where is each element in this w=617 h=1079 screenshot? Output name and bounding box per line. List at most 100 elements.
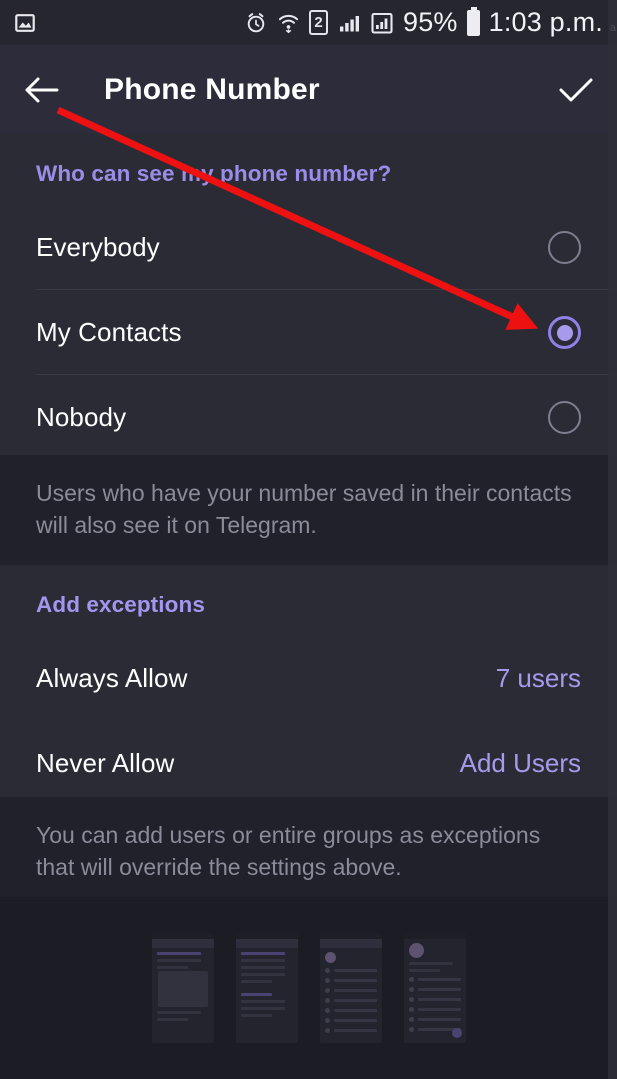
privacy-footnote: Users who have your number saved in thei…	[36, 480, 572, 538]
exception-row-never-allow[interactable]: Never Allow Add Users	[0, 721, 617, 806]
thumb-line	[156, 966, 188, 969]
battery-percent-label: 95%	[402, 7, 458, 37]
thumb-text	[333, 1009, 377, 1012]
thumb-list-item	[408, 997, 461, 1002]
phone-screen: 2 95% 1:03 p.m. Phone Number Who can see…	[0, 0, 617, 1079]
back-arrow-icon[interactable]	[22, 74, 62, 106]
thumb-appbar	[319, 939, 382, 948]
thumb-text	[417, 988, 461, 991]
battery-icon	[466, 6, 480, 36]
thumb-list-item	[324, 1018, 377, 1023]
thumb-line	[240, 1000, 286, 1003]
thumb-list-item	[324, 968, 377, 973]
privacy-section-header: Who can see my phone number?	[36, 161, 392, 186]
thumb-icon	[408, 1017, 414, 1022]
option-row-my-contacts[interactable]: My Contacts	[0, 290, 617, 375]
exception-value: 7 users	[495, 663, 581, 693]
exception-label: Always Allow	[36, 663, 188, 693]
privacy-section: Who can see my phone number? Everybody M…	[0, 134, 617, 460]
exceptions-footnote-section: You can add users or entire groups as ex…	[0, 797, 617, 897]
wifi-icon	[277, 11, 300, 34]
radio-everybody[interactable]	[548, 231, 581, 264]
thumb-statusbar	[403, 933, 466, 939]
thumb-line	[156, 952, 202, 955]
clock-label: 1:03 p.m.	[488, 7, 603, 37]
option-label: My Contacts	[36, 317, 182, 347]
thumb-line	[408, 962, 454, 965]
exceptions-section: Add exceptions Always Allow 7 users Neve…	[0, 565, 617, 806]
thumb-icon	[324, 998, 330, 1003]
thumb-line	[156, 959, 202, 962]
thumb-icon	[324, 1008, 330, 1013]
thumb-line	[240, 993, 272, 996]
status-bar: 2 95% 1:03 p.m.	[0, 0, 617, 45]
image-icon	[14, 12, 36, 34]
thumb-list-item	[324, 998, 377, 1003]
thumb-line	[240, 1007, 286, 1010]
thumb-list-item	[324, 988, 377, 993]
exception-label: Never Allow	[36, 748, 175, 778]
thumbnail-strip	[0, 897, 617, 1079]
app-bar: Phone Number	[0, 45, 617, 134]
thumb-list-item	[408, 1017, 461, 1022]
thumb-text	[333, 979, 377, 982]
thumb-line	[408, 969, 440, 972]
thumb-text	[417, 1008, 461, 1011]
thumb-text	[417, 998, 461, 1001]
thumb-line	[240, 952, 286, 955]
thumb-list-item	[408, 987, 461, 992]
option-label: Nobody	[36, 402, 127, 432]
status-bar-left	[14, 12, 36, 34]
radio-nobody[interactable]	[548, 401, 581, 434]
thumb-icon	[408, 997, 414, 1002]
thumb-appbar	[235, 939, 298, 948]
thumb-icon	[324, 1018, 330, 1023]
thumb-line	[240, 966, 286, 969]
option-row-nobody[interactable]: Nobody	[0, 375, 617, 460]
thumb-avatar-icon	[324, 952, 336, 963]
thumb-line	[240, 959, 286, 962]
thumb-icon	[408, 1027, 414, 1032]
privacy-footnote-section: Users who have your number saved in thei…	[0, 455, 617, 565]
thumbnail-phone-number-settings[interactable]	[235, 933, 298, 1043]
thumb-avatar-icon	[408, 943, 424, 958]
thumb-icon	[324, 1028, 330, 1033]
thumbnail-settings-list[interactable]	[319, 933, 382, 1043]
thumb-appbar	[151, 939, 214, 948]
thumb-icon	[324, 978, 330, 983]
thumb-icon	[408, 977, 414, 982]
thumb-text	[333, 969, 377, 972]
thumb-dialog	[157, 971, 208, 1007]
thumb-fab-icon	[451, 1028, 462, 1038]
option-row-everybody[interactable]: Everybody	[0, 205, 617, 290]
edge-label: a	[609, 22, 616, 34]
thumb-line	[240, 980, 272, 983]
thumb-text	[333, 1029, 377, 1032]
thumb-text	[333, 989, 377, 992]
thumb-line	[156, 1011, 202, 1014]
sim-indicator: 2	[308, 10, 328, 35]
exceptions-footnote: You can add users or entire groups as ex…	[36, 822, 541, 880]
exception-row-always-allow[interactable]: Always Allow 7 users	[0, 636, 617, 721]
checkmark-icon[interactable]	[557, 74, 595, 106]
thumb-list-item	[324, 1028, 377, 1033]
screen-edge-strip	[608, 0, 617, 1079]
thumb-icon	[324, 988, 330, 993]
thumb-text	[417, 1018, 461, 1021]
page-title: Phone Number	[104, 72, 320, 106]
thumb-text	[333, 1019, 377, 1022]
thumbnail-navigation-drawer[interactable]	[403, 933, 466, 1043]
radio-my-contacts[interactable]	[548, 316, 581, 349]
thumb-line	[240, 1014, 272, 1017]
thumb-line	[156, 1018, 188, 1021]
thumb-text	[333, 999, 377, 1002]
thumbnail-apply-changes-dialog[interactable]	[151, 933, 214, 1043]
thumb-text	[417, 978, 461, 981]
status-bar-right: 2 95% 1:03 p.m.	[244, 6, 603, 38]
option-label: Everybody	[36, 232, 160, 262]
alarm-clock-icon	[244, 11, 268, 35]
thumb-icon	[408, 987, 414, 992]
exceptions-section-header: Add exceptions	[36, 592, 205, 617]
thumb-list-item	[324, 978, 377, 983]
thumb-list-item	[408, 1007, 461, 1012]
